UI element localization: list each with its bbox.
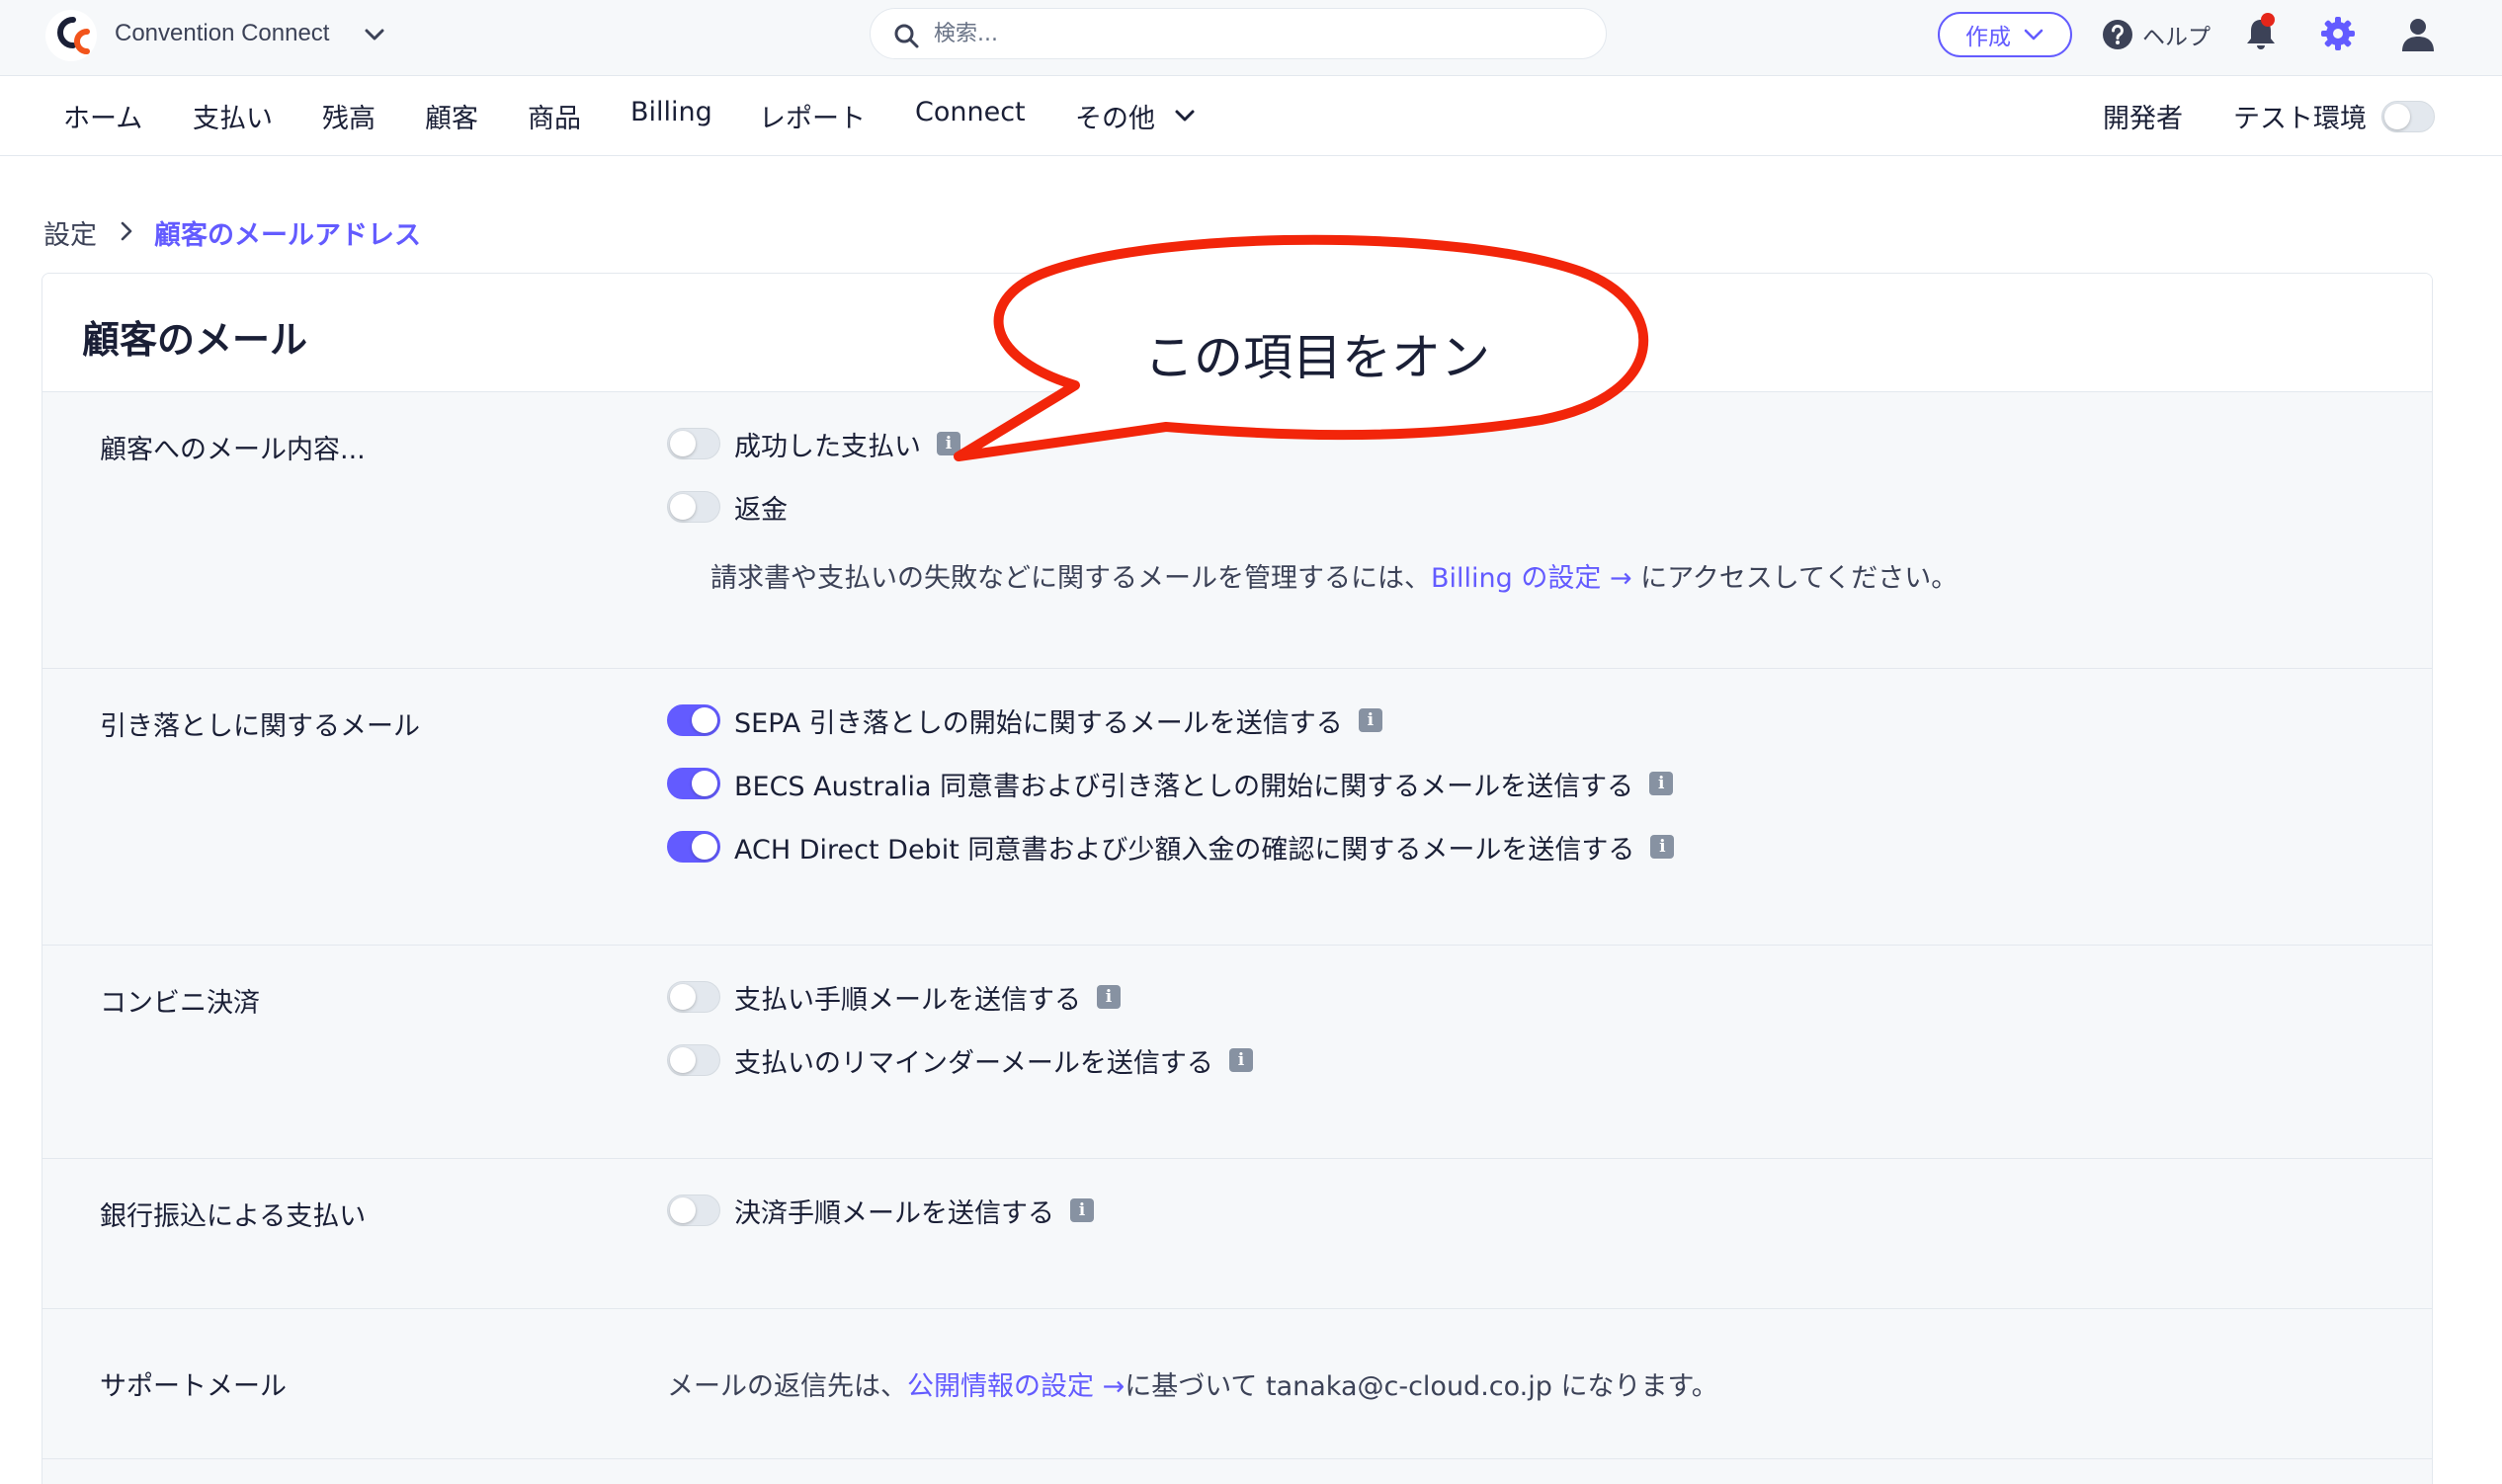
callout-text: この項目をオン bbox=[1144, 329, 1490, 386]
option-payment-reminders: 支払いのリマインダーメールを送信する i bbox=[667, 1041, 1253, 1079]
page-title: 顧客のメール bbox=[82, 318, 308, 362]
option-sepa: SEPA 引き落としの開始に関するメールを送信する i bbox=[667, 701, 1382, 739]
search-bar[interactable] bbox=[870, 8, 1607, 59]
help-button[interactable]: ヘルプ bbox=[2101, 16, 2210, 53]
create-button-label: 作成 bbox=[1965, 25, 2011, 50]
option-label: 支払い手順メールを送信する bbox=[734, 984, 1081, 1016]
notification-dot bbox=[2261, 13, 2275, 27]
sepa-toggle[interactable] bbox=[667, 704, 720, 736]
section-konbini: コンビニ決済 支払い手順メールを送信する i 支払いのリマインダーメールを送信す… bbox=[42, 946, 2432, 1159]
note-text: にアクセスしてください。 bbox=[1631, 563, 1959, 594]
option-refunds: 返金 bbox=[667, 488, 788, 526]
public-details-link[interactable]: 公開情報の設定 → bbox=[907, 1371, 1125, 1402]
section-customer-content: 顧客へのメール内容... 成功した支払い i 返金 請求書や支払いの失敗などに関… bbox=[42, 392, 2432, 669]
section-label: 銀行振込による支払い bbox=[100, 1201, 367, 1232]
toggle-knob bbox=[670, 1047, 696, 1073]
customer-emails-panel: 顧客のメール 顧客へのメール内容... 成功した支払い i 返金 請求書や支払い… bbox=[42, 273, 2433, 1484]
section-label: 顧客へのメール内容... bbox=[100, 435, 366, 465]
option-successful-payments: 成功した支払い i bbox=[667, 425, 960, 462]
toggle-knob bbox=[670, 431, 696, 456]
info-icon[interactable]: i bbox=[1358, 708, 1382, 732]
note-text: に基づいて tanaka@c-cloud.co.jp になります。 bbox=[1125, 1371, 1718, 1402]
help-label: ヘルプ bbox=[2142, 25, 2210, 50]
nav-item-customers[interactable]: 顧客 bbox=[425, 97, 478, 135]
nav-item-products[interactable]: 商品 bbox=[528, 97, 581, 135]
help-icon bbox=[2103, 20, 2132, 49]
info-icon[interactable]: i bbox=[937, 432, 960, 455]
toggle-knob bbox=[692, 834, 717, 860]
nav-item-developers[interactable]: 開発者 bbox=[2103, 97, 2183, 135]
payment-reminders-toggle[interactable] bbox=[667, 1044, 720, 1076]
option-payment-instructions: 支払い手順メールを送信する i bbox=[667, 978, 1121, 1016]
option-settlement-instructions: 決済手順メールを送信する i bbox=[667, 1192, 1094, 1229]
search-icon bbox=[894, 24, 919, 48]
nav-item-home[interactable]: ホーム bbox=[63, 97, 142, 135]
option-label: 成功した支払い bbox=[734, 431, 921, 462]
create-button[interactable]: 作成 bbox=[1938, 12, 2072, 57]
billing-settings-link[interactable]: Billing の設定 → bbox=[1431, 563, 1632, 594]
toggle-knob bbox=[670, 984, 696, 1010]
breadcrumb-current: 顧客のメールアドレス bbox=[154, 220, 421, 251]
note-text: メールの返信先は、 bbox=[667, 1371, 907, 1402]
option-becs: BECS Australia 同意書および引き落としの開始に関するメールを送信す… bbox=[667, 765, 1674, 802]
gear-icon[interactable] bbox=[2318, 14, 2358, 53]
chevron-right-icon bbox=[121, 221, 132, 241]
nav-item-payments[interactable]: 支払い bbox=[193, 97, 273, 135]
section-debit-emails: 引き落としに関するメール SEPA 引き落としの開始に関するメールを送信する i… bbox=[42, 669, 2432, 946]
chevron-down-icon[interactable] bbox=[1172, 105, 1198, 126]
section-label: コンビニ決済 bbox=[100, 988, 260, 1019]
toggle-knob bbox=[692, 771, 717, 796]
info-icon[interactable]: i bbox=[1070, 1198, 1094, 1222]
section-label: 引き落としに関するメール bbox=[100, 711, 420, 742]
info-icon[interactable]: i bbox=[1228, 1048, 1253, 1072]
becs-toggle[interactable] bbox=[667, 768, 720, 799]
info-icon[interactable]: i bbox=[1650, 835, 1675, 859]
section-label: サポートメール bbox=[100, 1371, 287, 1402]
nav-item-more[interactable]: その他 bbox=[1075, 97, 1155, 135]
option-label: 支払いのリマインダーメールを送信する bbox=[734, 1047, 1213, 1079]
toggle-knob bbox=[670, 494, 696, 520]
user-icon[interactable] bbox=[2397, 14, 2439, 55]
chevron-down-icon bbox=[2024, 29, 2043, 41]
option-label: SEPA 引き落としの開始に関するメールを送信する bbox=[734, 707, 1343, 739]
chevron-down-icon[interactable] bbox=[362, 24, 387, 45]
account-name[interactable]: Convention Connect bbox=[115, 20, 329, 47]
refunds-toggle[interactable] bbox=[667, 491, 720, 523]
note-text: 請求書や支払いの失敗などに関するメールを管理するには、 bbox=[710, 563, 1431, 594]
test-mode-toggle[interactable] bbox=[2381, 101, 2435, 132]
test-mode-label: テスト環境 bbox=[2233, 104, 2367, 134]
ach-toggle[interactable] bbox=[667, 831, 720, 863]
toggle-knob bbox=[670, 1197, 696, 1223]
toggle-knob bbox=[2384, 104, 2410, 129]
option-label: 返金 bbox=[734, 494, 788, 526]
breadcrumb-settings[interactable]: 設定 bbox=[43, 213, 97, 252]
search-input[interactable] bbox=[934, 17, 1566, 50]
nav-item-billing[interactable]: Billing bbox=[630, 97, 712, 127]
nav-item-connect[interactable]: Connect bbox=[915, 97, 1026, 127]
successful-payments-toggle[interactable] bbox=[667, 428, 720, 459]
info-icon[interactable]: i bbox=[1649, 772, 1674, 795]
toggle-knob bbox=[692, 707, 717, 733]
option-label: ACH Direct Debit 同意書および少額入金の確認に関するメールを送信… bbox=[734, 834, 1635, 866]
support-email-note: メールの返信先は、公開情報の設定 →に基づいて tanaka@c-cloud.c… bbox=[667, 1364, 1718, 1403]
nav-item-reports[interactable]: レポート bbox=[759, 97, 866, 135]
option-label: 決済手順メールを送信する bbox=[734, 1197, 1054, 1229]
billing-settings-note: 請求書や支払いの失敗などに関するメールを管理するには、Billing の設定 →… bbox=[710, 556, 1958, 595]
option-ach: ACH Direct Debit 同意書および少額入金の確認に関するメールを送信… bbox=[667, 828, 1675, 866]
app-logo[interactable] bbox=[43, 8, 99, 63]
section-bank-transfer: 銀行振込による支払い 決済手順メールを送信する i bbox=[42, 1159, 2432, 1309]
nav-item-balance[interactable]: 残高 bbox=[322, 97, 375, 135]
section-support-email: サポートメール メールの返信先は、公開情報の設定 →に基づいて tanaka@c… bbox=[42, 1309, 2432, 1459]
settlement-instructions-toggle[interactable] bbox=[667, 1195, 720, 1226]
option-label: BECS Australia 同意書および引き落としの開始に関するメールを送信す… bbox=[734, 771, 1634, 802]
info-icon[interactable]: i bbox=[1097, 985, 1121, 1009]
payment-instructions-toggle[interactable] bbox=[667, 981, 720, 1013]
main-nav: ホーム 支払い 残高 顧客 商品 Billing レポート Connect その… bbox=[0, 77, 2502, 156]
top-bar: Convention Connect 作成 ヘルプ bbox=[0, 0, 2502, 76]
